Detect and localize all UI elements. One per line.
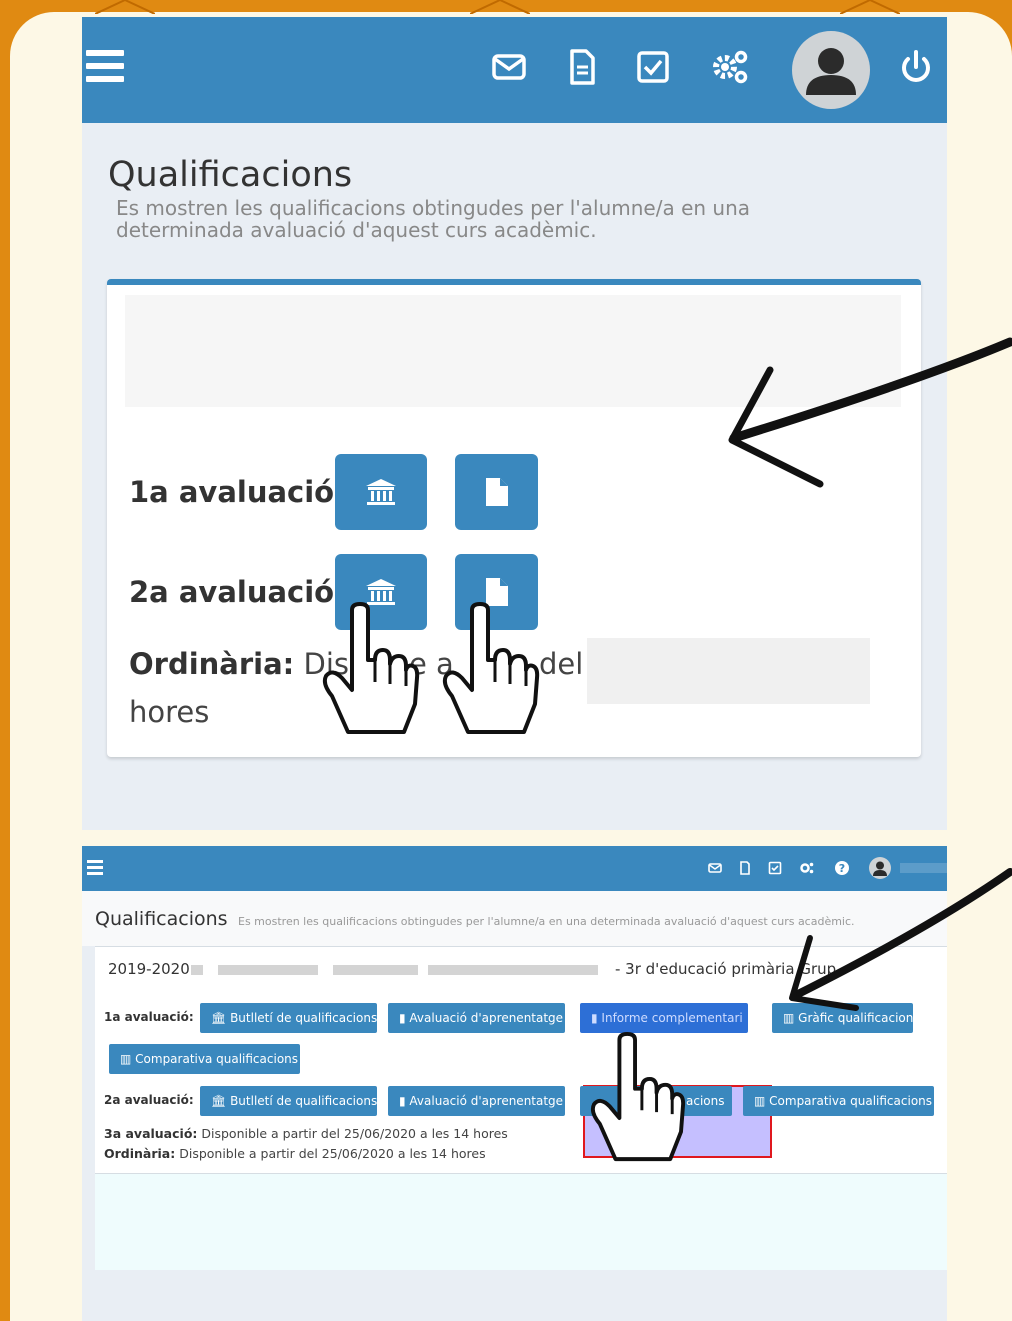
pointing-hand-icon (442, 602, 540, 734)
eval-2-aprenentatge-button[interactable]: ▮ Avaluació d'aprenentatge (388, 1086, 565, 1116)
pointing-hand-icon (590, 1032, 686, 1162)
blurred-text (191, 965, 203, 975)
decor-chevron-icon (470, 0, 530, 14)
menu-icon[interactable] (86, 50, 124, 84)
eval-1-label: 1a avaluació: (104, 1010, 194, 1024)
checkbox-icon[interactable] (633, 47, 673, 87)
eval-1-label: 1a avaluació: (129, 475, 346, 509)
ordinaria-text: Disponible a partir del 25/06/2020 a les… (175, 1146, 486, 1161)
decor-chevron-icon (95, 0, 155, 14)
eval-1-informe-button[interactable]: ▮ Informe complementari (580, 1003, 748, 1033)
decor-chevron-icon (840, 0, 900, 14)
ordinaria-text-tail: del (539, 647, 584, 681)
eval-1-aprenentatge-button[interactable]: ▮ Avaluació d'aprenentatge (388, 1003, 565, 1033)
document-icon[interactable] (562, 47, 602, 87)
page-subtitle: Es mostren les qualificacions obtingudes… (238, 915, 855, 928)
document-icon[interactable] (737, 860, 753, 876)
eval-3-text: Disponible a partir del 25/06/2020 a les… (197, 1126, 508, 1141)
eval-1-document-button[interactable] (455, 454, 538, 530)
eval-2-comparativa-button[interactable]: ▥ Comparativa qualificacions (743, 1086, 934, 1116)
eval-1-comparativa-button[interactable]: ▥ Comparativa qualificacions (109, 1044, 300, 1074)
blurred-text (218, 965, 318, 975)
bank-icon (366, 479, 396, 505)
user-avatar-icon[interactable] (792, 31, 870, 109)
eval-3-label: 3a avaluació: (104, 1126, 198, 1141)
file-icon (485, 478, 508, 506)
gears-icon[interactable] (710, 47, 750, 87)
eval-1-report-button[interactable] (335, 454, 427, 530)
school-year: 2019-2020 (108, 960, 190, 978)
page-subtitle: Es mostren les qualificacions obtingudes… (116, 196, 751, 242)
menu-icon[interactable] (87, 860, 103, 878)
empty-content-area (95, 1174, 947, 1270)
blurred-date (587, 638, 870, 704)
eval-1-butlleti-button[interactable]: 🏛 Butlletí de qualificacions (200, 1003, 377, 1033)
blurred-text (428, 965, 598, 975)
eval-3-line: 3a avaluació: Disponible a partir del 25… (104, 1126, 508, 1141)
blurred-text (333, 965, 418, 975)
envelope-icon[interactable] (707, 860, 723, 876)
power-icon[interactable] (896, 47, 936, 87)
ordinaria-line-2: hores (129, 695, 210, 729)
pointing-hand-icon (322, 602, 420, 734)
pointing-arrow-icon (728, 337, 1012, 488)
ordinaria-label: Ordinària: (129, 647, 295, 681)
eval-2-butlleti-button[interactable]: 🏛 Butlletí de qualificacions (200, 1086, 377, 1116)
eval-2-label: 2a avaluació: (104, 1093, 194, 1107)
page-title: Qualificacions (95, 908, 228, 930)
page-title: Qualificacions (108, 155, 353, 195)
ordinaria-line: Ordinària: Dis (129, 647, 349, 681)
ordinaria-line: Ordinària: Disponible a partir del 25/06… (104, 1146, 486, 1161)
top-navbar (82, 17, 947, 123)
eval-2-label: 2a avaluació: (129, 575, 346, 609)
pointing-arrow-icon (789, 868, 1012, 1011)
ordinaria-label: Ordinària: (104, 1146, 176, 1161)
envelope-icon[interactable] (489, 47, 529, 87)
